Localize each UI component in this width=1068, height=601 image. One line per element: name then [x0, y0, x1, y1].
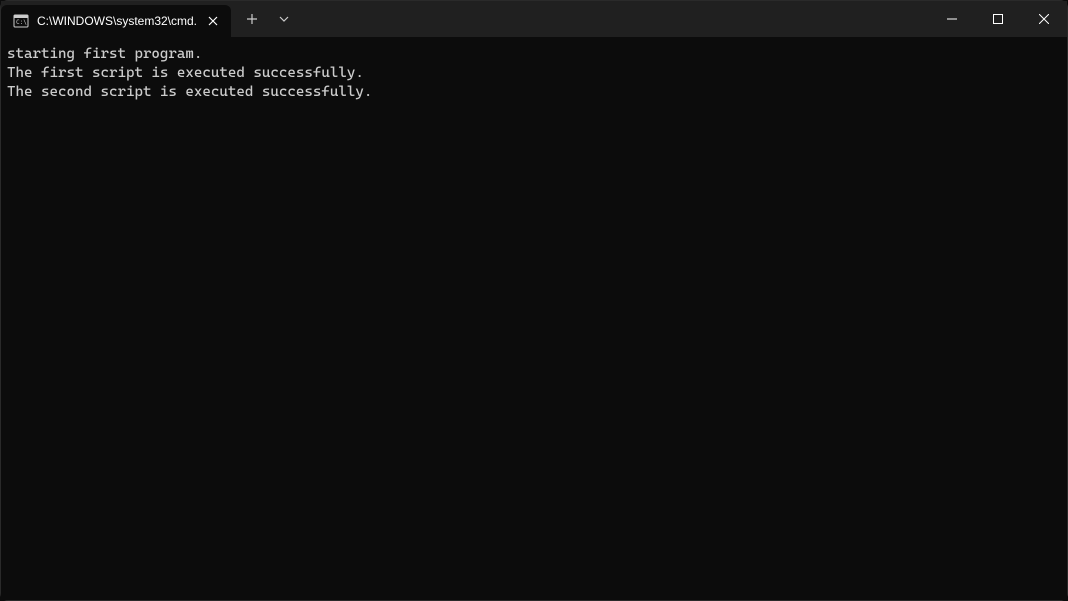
new-tab-button[interactable]: [237, 5, 267, 33]
terminal-output[interactable]: starting first program. The first script…: [1, 37, 1067, 600]
terminal-tab[interactable]: C:\ C:\WINDOWS\system32\cmd.: [1, 5, 231, 37]
minimize-button[interactable]: [929, 1, 975, 37]
tab-title: C:\WINDOWS\system32\cmd.: [37, 14, 197, 28]
svg-text:C:\: C:\: [16, 19, 27, 26]
window-controls: [929, 1, 1067, 37]
tab-close-button[interactable]: [205, 13, 221, 29]
terminal-line: The first script is executed successfull…: [7, 64, 1061, 83]
cmd-icon: C:\: [13, 13, 29, 29]
terminal-line: The second script is executed successful…: [7, 83, 1061, 102]
titlebar-drag-area[interactable]: [299, 1, 929, 37]
titlebar: C:\ C:\WINDOWS\system32\cmd.: [1, 1, 1067, 37]
tab-dropdown-button[interactable]: [269, 5, 299, 33]
terminal-line: starting first program.: [7, 45, 1061, 64]
maximize-button[interactable]: [975, 1, 1021, 37]
tabstrip-buttons: [231, 1, 299, 37]
close-window-button[interactable]: [1021, 1, 1067, 37]
